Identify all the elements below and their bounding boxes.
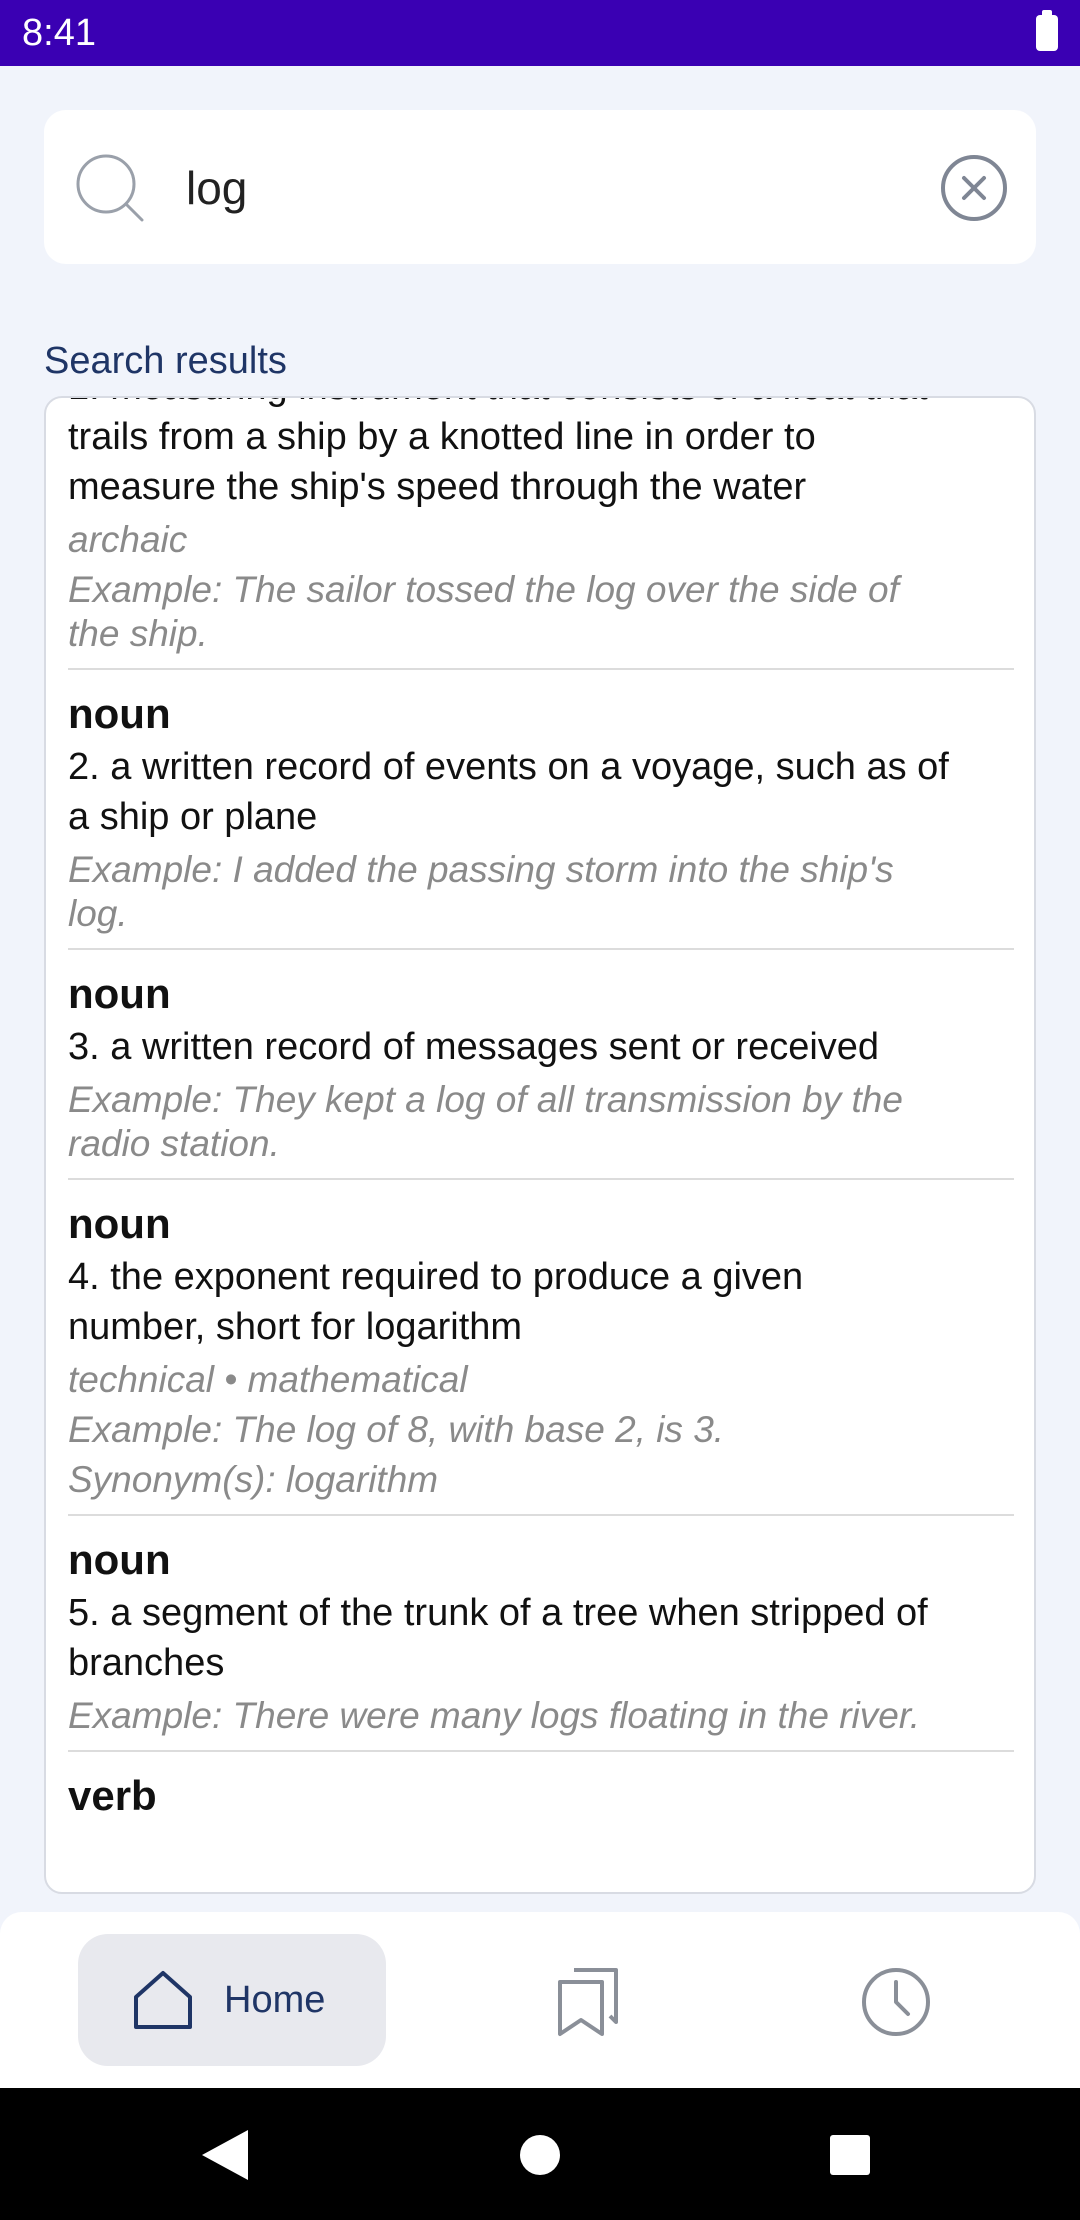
usage-tags: archaic: [68, 519, 188, 560]
nav-home-label: Home: [224, 1978, 326, 2021]
definition-line: branches: [68, 1642, 225, 1684]
definition: 3. a written record of messages sent or …: [68, 1022, 1014, 1072]
search-icon: [76, 154, 144, 222]
definition-line: a ship or plane: [68, 796, 318, 838]
part-of-speech: noun: [68, 970, 171, 1017]
example-line: radio station.: [68, 1123, 280, 1164]
clear-search-icon[interactable]: [936, 150, 1012, 226]
definition-line: 3. a written record of messages sent or …: [68, 1026, 880, 1068]
example-line: Example: There were many logs floating i…: [68, 1695, 921, 1736]
system-navigation-bar: [0, 2088, 1080, 2220]
definition-line: 2. a written record of events on a voyag…: [68, 746, 949, 788]
example-line: Example: The log of 8, with base 2, is 3…: [68, 1409, 725, 1450]
home-icon: [134, 1971, 192, 2029]
result-entry[interactable]: verb: [68, 1752, 1014, 1836]
definition: 5. a segment of the trunk of a tree when…: [68, 1588, 1014, 1688]
history-icon[interactable]: [858, 1964, 934, 2040]
example-line: Example: The sailor tossed the log over …: [68, 569, 899, 610]
example-sentence: Example: There were many logs floating i…: [68, 1694, 1014, 1738]
definition-line: 1. measuring instrument that consists of…: [68, 398, 1014, 412]
example-line: Example: I added the passing storm into …: [68, 849, 894, 890]
example-sentence: Example: The log of 8, with base 2, is 3…: [68, 1408, 1014, 1452]
definition: 2. a written record of events on a voyag…: [68, 742, 1014, 842]
definition-line: trails from a ship by a knotted line in …: [68, 416, 816, 458]
result-entry[interactable]: noun 4. the exponent required to produce …: [68, 1180, 1014, 1516]
results-list[interactable]: 1. measuring instrument that consists of…: [44, 396, 1036, 1894]
results-scroll-content: 1. measuring instrument that consists of…: [68, 398, 1014, 1836]
result-entry[interactable]: noun 3. a written record of messages sent…: [68, 950, 1014, 1180]
synonyms: Synonym(s): logarithm: [68, 1459, 439, 1500]
definition-line: 4. the exponent required to produce a gi…: [68, 1256, 804, 1298]
recents-button[interactable]: [830, 2135, 870, 2175]
example-sentence: Example: They kept a log of all transmis…: [68, 1078, 1014, 1166]
bottom-navigation: Home: [0, 1912, 1080, 2088]
part-of-speech: noun: [68, 1536, 171, 1583]
search-input[interactable]: [186, 150, 946, 226]
part-of-speech: verb: [68, 1772, 157, 1819]
definition-line: measure the ship's speed through the wat…: [68, 466, 807, 508]
status-bar: 8:41: [0, 0, 1080, 66]
nav-home-button[interactable]: Home: [78, 1934, 386, 2066]
results-heading: Search results: [44, 340, 287, 382]
status-time: 8:41: [22, 11, 96, 54]
result-entry[interactable]: noun 5. a segment of the trunk of a tree …: [68, 1516, 1014, 1752]
example-sentence: Example: The sailor tossed the log over …: [68, 568, 1014, 656]
example-line: the ship.: [68, 613, 208, 654]
part-of-speech: noun: [68, 1200, 171, 1247]
result-entry[interactable]: 1. measuring instrument that consists of…: [68, 398, 1014, 670]
example-line: log.: [68, 893, 128, 934]
usage-tags: technical • mathematical: [68, 1359, 468, 1400]
back-icon[interactable]: [200, 2128, 250, 2182]
battery-icon: [1036, 10, 1058, 51]
definition-line: number, short for logarithm: [68, 1306, 523, 1348]
search-box[interactable]: [44, 110, 1036, 264]
bookmarks-icon[interactable]: [554, 1964, 624, 2040]
definition: 1. measuring instrument that consists of…: [68, 398, 1014, 512]
example-line: Example: They kept a log of all transmis…: [68, 1079, 903, 1120]
result-entry[interactable]: noun 2. a written record of events on a v…: [68, 670, 1014, 950]
definition-line: 5. a segment of the trunk of a tree when…: [68, 1592, 928, 1634]
system-home-button[interactable]: [520, 2135, 560, 2175]
part-of-speech: noun: [68, 690, 171, 737]
example-sentence: Example: I added the passing storm into …: [68, 848, 1014, 936]
definition: 4. the exponent required to produce a gi…: [68, 1252, 1014, 1352]
